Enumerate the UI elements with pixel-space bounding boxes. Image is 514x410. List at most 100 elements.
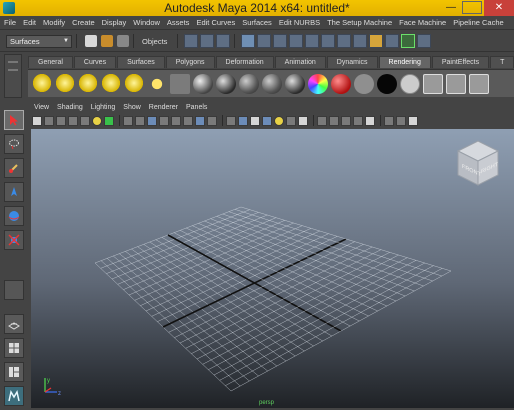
- shelf-menu-button[interactable]: [4, 54, 22, 98]
- ambient-occlusion-icon[interactable]: [298, 115, 308, 126]
- textured-icon[interactable]: [262, 115, 272, 126]
- ipr-render-icon[interactable]: [369, 34, 384, 48]
- history-icon[interactable]: [321, 34, 336, 48]
- gate-mask-icon[interactable]: [147, 115, 157, 126]
- select-by-object-type-icon[interactable]: [200, 34, 215, 48]
- menu-edit-curves[interactable]: Edit Curves: [196, 18, 235, 27]
- isolate-select-icon[interactable]: [365, 115, 375, 126]
- make-live-icon[interactable]: [305, 34, 320, 48]
- tab-dynamics[interactable]: Dynamics: [326, 56, 378, 68]
- layered-shader-icon[interactable]: [354, 73, 374, 94]
- tab-deformation[interactable]: Deformation: [215, 56, 274, 68]
- save-scene-icon[interactable]: [117, 35, 129, 47]
- image-plane-icon[interactable]: [68, 115, 78, 126]
- select-by-hierarchy-icon[interactable]: [184, 34, 199, 48]
- use-all-lights-icon[interactable]: [274, 115, 284, 126]
- help-icon[interactable]: [353, 34, 368, 48]
- ipr-render-shelf-icon[interactable]: [446, 73, 466, 94]
- paint-select-tool-button[interactable]: [4, 158, 24, 178]
- maximize-button[interactable]: [462, 1, 482, 14]
- panel-menu-shading[interactable]: Shading: [57, 104, 83, 111]
- ramp-shader-icon[interactable]: [308, 73, 328, 94]
- tab-more[interactable]: T: [490, 56, 514, 68]
- tab-curves[interactable]: Curves: [73, 56, 117, 68]
- menu-pipeline-cache[interactable]: Pipeline Cache: [453, 18, 503, 27]
- select-by-component-icon[interactable]: [216, 34, 231, 48]
- hud-icon[interactable]: [195, 115, 205, 126]
- snap-to-curve-icon[interactable]: [257, 34, 272, 48]
- menu-assets[interactable]: Assets: [167, 18, 190, 27]
- open-scene-icon[interactable]: [101, 35, 113, 47]
- safe-title-icon[interactable]: [183, 115, 193, 126]
- ambient-light-icon[interactable]: [32, 73, 52, 94]
- motion-blur-icon[interactable]: [317, 115, 327, 126]
- maya-logo-button[interactable]: [4, 386, 24, 406]
- area-light-icon[interactable]: [124, 73, 144, 94]
- shadows-icon[interactable]: [286, 115, 296, 126]
- rotate-tool-button[interactable]: [4, 206, 24, 226]
- phong-material-icon[interactable]: [216, 73, 236, 94]
- tab-general[interactable]: General: [28, 56, 73, 68]
- spot-light-icon[interactable]: [101, 73, 121, 94]
- tab-painteffects[interactable]: PaintEffects: [431, 56, 490, 68]
- render-icon[interactable]: [337, 34, 352, 48]
- menu-setup-machine[interactable]: The Setup Machine: [327, 18, 392, 27]
- perspective-viewport[interactable]: FRONT RIGHT y z persp: [31, 129, 514, 408]
- shading-map-icon[interactable]: [400, 73, 420, 94]
- xray-icon[interactable]: [353, 115, 363, 126]
- minimize-button[interactable]: —: [440, 0, 462, 16]
- wireframe-on-shaded-icon[interactable]: [250, 115, 260, 126]
- field-chart-icon[interactable]: [159, 115, 169, 126]
- select-tool-button[interactable]: [4, 110, 24, 130]
- menu-surfaces[interactable]: Surfaces: [242, 18, 272, 27]
- text-overlay-icon[interactable]: [207, 115, 217, 126]
- safe-action-icon[interactable]: [171, 115, 181, 126]
- scale-tool-button[interactable]: [4, 230, 24, 250]
- grease-pencil-icon[interactable]: [92, 115, 102, 126]
- camera-attributes-icon[interactable]: [44, 115, 54, 126]
- viewcube[interactable]: FRONT RIGHT: [452, 137, 504, 191]
- layout-single-icon[interactable]: [4, 314, 24, 334]
- bookmark-icon[interactable]: [56, 115, 66, 126]
- menu-edit[interactable]: Edit: [23, 18, 36, 27]
- xray-components-icon[interactable]: [396, 115, 406, 126]
- menu-face-machine[interactable]: Face Machine: [399, 18, 446, 27]
- 2d-pan-zoom-icon[interactable]: [80, 115, 90, 126]
- menu-set-dropdown[interactable]: Surfaces ▼: [6, 34, 72, 48]
- layout-four-view-icon[interactable]: [4, 338, 24, 358]
- resolution-gate-icon[interactable]: [135, 115, 145, 126]
- last-tool-button[interactable]: [4, 280, 24, 300]
- lambert-material-icon[interactable]: [239, 73, 259, 94]
- wireframe-icon[interactable]: [226, 115, 236, 126]
- smooth-shade-icon[interactable]: [238, 115, 248, 126]
- menu-modify[interactable]: Modify: [43, 18, 65, 27]
- blinn-material-icon[interactable]: [193, 73, 213, 94]
- move-tool-button[interactable]: [4, 182, 24, 202]
- render-current-frame-icon[interactable]: [423, 73, 443, 94]
- lasso-tool-button[interactable]: [4, 134, 24, 154]
- selection-mode-label[interactable]: Objects: [142, 37, 167, 46]
- snap-to-point-icon[interactable]: [273, 34, 288, 48]
- anti-aliasing-icon[interactable]: [329, 115, 339, 126]
- tab-polygons[interactable]: Polygons: [165, 56, 215, 68]
- tab-surfaces[interactable]: Surfaces: [117, 56, 165, 68]
- close-button[interactable]: ✕: [484, 0, 514, 16]
- anisotropic-material-icon[interactable]: [262, 73, 282, 94]
- use-background-icon[interactable]: [377, 73, 397, 94]
- render-settings-icon[interactable]: [385, 34, 400, 48]
- render-settings-shelf-icon[interactable]: [469, 73, 489, 94]
- select-camera-icon[interactable]: [32, 115, 42, 126]
- surface-shader-icon[interactable]: [331, 73, 351, 94]
- panel-menu-show[interactable]: Show: [123, 104, 141, 111]
- isolate-icon[interactable]: [408, 115, 418, 126]
- panel-menu-view[interactable]: View: [34, 104, 49, 111]
- panel-menu-panels[interactable]: Panels: [186, 104, 207, 111]
- volume-light-icon[interactable]: [147, 73, 167, 94]
- new-scene-icon[interactable]: [85, 35, 97, 47]
- layout-persp-outliner-icon[interactable]: [4, 362, 24, 382]
- point-light-icon[interactable]: [78, 73, 98, 94]
- menu-window[interactable]: Window: [133, 18, 160, 27]
- menu-edit-nurbs[interactable]: Edit NURBS: [279, 18, 320, 27]
- tab-animation[interactable]: Animation: [274, 56, 326, 68]
- menu-file[interactable]: File: [4, 18, 16, 27]
